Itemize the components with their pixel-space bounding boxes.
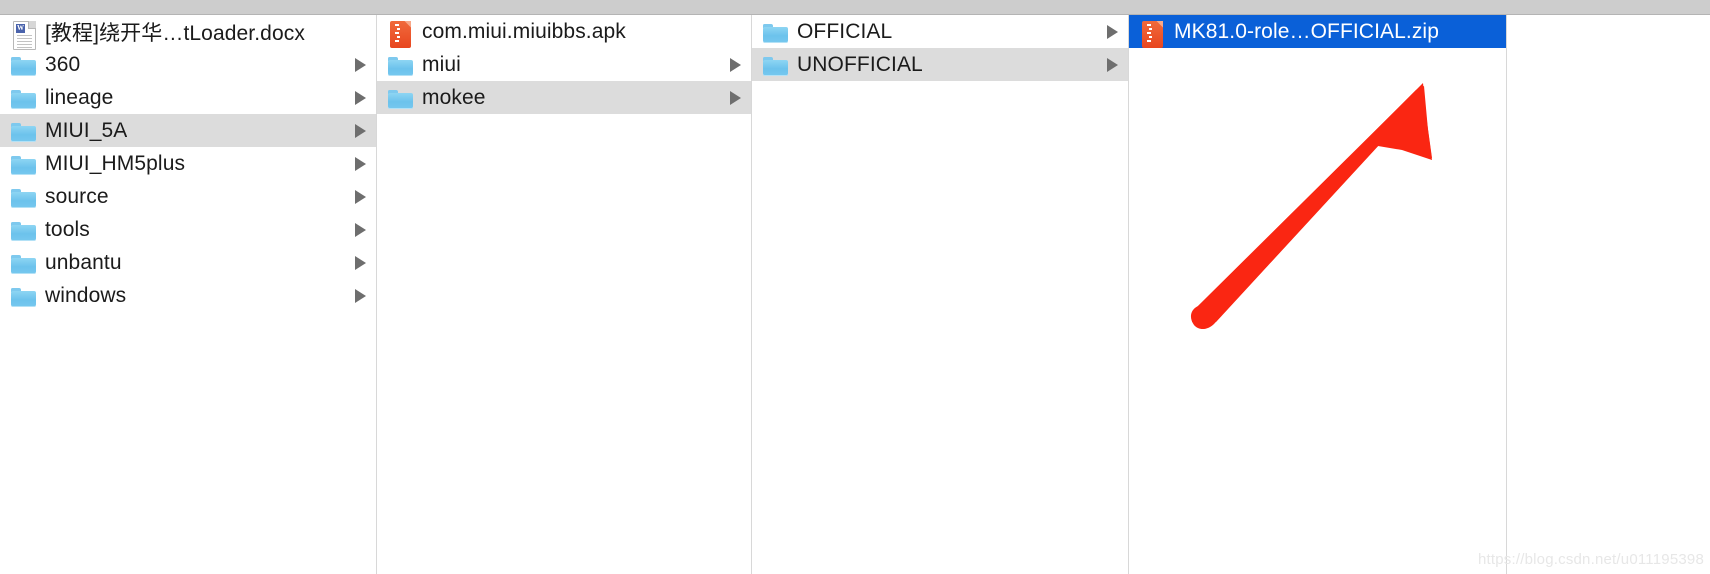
- chevron-right-icon[interactable]: [730, 90, 741, 105]
- list-item[interactable]: OFFICIAL: [752, 15, 1128, 48]
- column-view-container: W [教程]绕开华…tLoader.docx 360 lineage MIUI_…: [0, 15, 1710, 574]
- finder-window: W [教程]绕开华…tLoader.docx 360 lineage MIUI_…: [0, 0, 1710, 574]
- list-item-selected[interactable]: UNOFFICIAL: [752, 48, 1128, 81]
- list-item-label: unbantu: [45, 250, 122, 274]
- finder-column-1[interactable]: W [教程]绕开华…tLoader.docx 360 lineage MIUI_…: [0, 15, 377, 574]
- list-item-selected[interactable]: MIUI_5A: [0, 114, 376, 147]
- list-item-selected[interactable]: mokee: [377, 81, 751, 114]
- chevron-right-icon[interactable]: [355, 222, 366, 237]
- list-item-label: [教程]绕开华…tLoader.docx: [45, 21, 305, 45]
- list-item[interactable]: W [教程]绕开华…tLoader.docx: [0, 15, 376, 50]
- chevron-right-icon[interactable]: [1107, 24, 1118, 39]
- list-item[interactable]: miui: [377, 48, 751, 81]
- archive-icon: [387, 19, 413, 48]
- list-item[interactable]: MIUI_HM5plus: [0, 147, 376, 180]
- folder-icon: [10, 217, 36, 243]
- archive-icon: [1139, 19, 1165, 48]
- chevron-right-icon[interactable]: [355, 123, 366, 138]
- chevron-right-icon[interactable]: [1107, 57, 1118, 72]
- folder-icon: [10, 250, 36, 276]
- list-item-label: MIUI_HM5plus: [45, 151, 186, 175]
- watermark-text: https://blog.csdn.net/u011195398: [1477, 551, 1704, 568]
- chevron-right-icon[interactable]: [355, 189, 366, 204]
- folder-icon: [10, 151, 36, 177]
- word-document-icon: W: [10, 19, 36, 50]
- list-item[interactable]: lineage: [0, 81, 376, 114]
- folder-icon: [10, 85, 36, 111]
- list-item-label: windows: [45, 283, 127, 307]
- list-item-label: MIUI_5A: [45, 118, 128, 142]
- chevron-right-icon[interactable]: [355, 90, 366, 105]
- finder-column-3[interactable]: OFFICIAL UNOFFICIAL: [752, 15, 1129, 574]
- window-chrome-bar: [0, 0, 1710, 15]
- chevron-right-icon[interactable]: [355, 156, 366, 171]
- list-item-label: UNOFFICIAL: [797, 52, 923, 76]
- folder-icon: [762, 19, 788, 45]
- list-item-label: source: [45, 184, 109, 208]
- list-item-label: mokee: [422, 85, 486, 109]
- chevron-right-icon[interactable]: [730, 57, 741, 72]
- folder-icon: [10, 283, 36, 309]
- list-item[interactable]: 360: [0, 48, 376, 81]
- list-item-label: MK81.0-role…OFFICIAL.zip: [1174, 19, 1439, 43]
- finder-column-2[interactable]: com.miui.miuibbs.apk miui mokee: [377, 15, 752, 574]
- finder-column-5[interactable]: [1507, 15, 1707, 574]
- list-item[interactable]: windows: [0, 279, 376, 312]
- list-item-label: OFFICIAL: [797, 19, 893, 43]
- folder-icon: [10, 118, 36, 144]
- chevron-right-icon[interactable]: [355, 255, 366, 270]
- folder-icon: [387, 85, 413, 111]
- list-item[interactable]: source: [0, 180, 376, 213]
- chevron-right-icon[interactable]: [355, 57, 366, 72]
- folder-icon: [10, 184, 36, 210]
- list-item-selected[interactable]: MK81.0-role…OFFICIAL.zip: [1129, 15, 1506, 48]
- folder-icon: [387, 52, 413, 78]
- folder-icon: [762, 52, 788, 78]
- folder-icon: [10, 52, 36, 78]
- list-item[interactable]: tools: [0, 213, 376, 246]
- list-item[interactable]: com.miui.miuibbs.apk: [377, 15, 751, 48]
- list-item-label: 360: [45, 52, 81, 76]
- finder-column-4[interactable]: MK81.0-role…OFFICIAL.zip: [1129, 15, 1507, 574]
- list-item[interactable]: unbantu: [0, 246, 376, 279]
- chevron-right-icon[interactable]: [355, 288, 366, 303]
- list-item-label: lineage: [45, 85, 114, 109]
- list-item-label: miui: [422, 52, 461, 76]
- list-item-label: com.miui.miuibbs.apk: [422, 19, 626, 43]
- list-item-label: tools: [45, 217, 90, 241]
